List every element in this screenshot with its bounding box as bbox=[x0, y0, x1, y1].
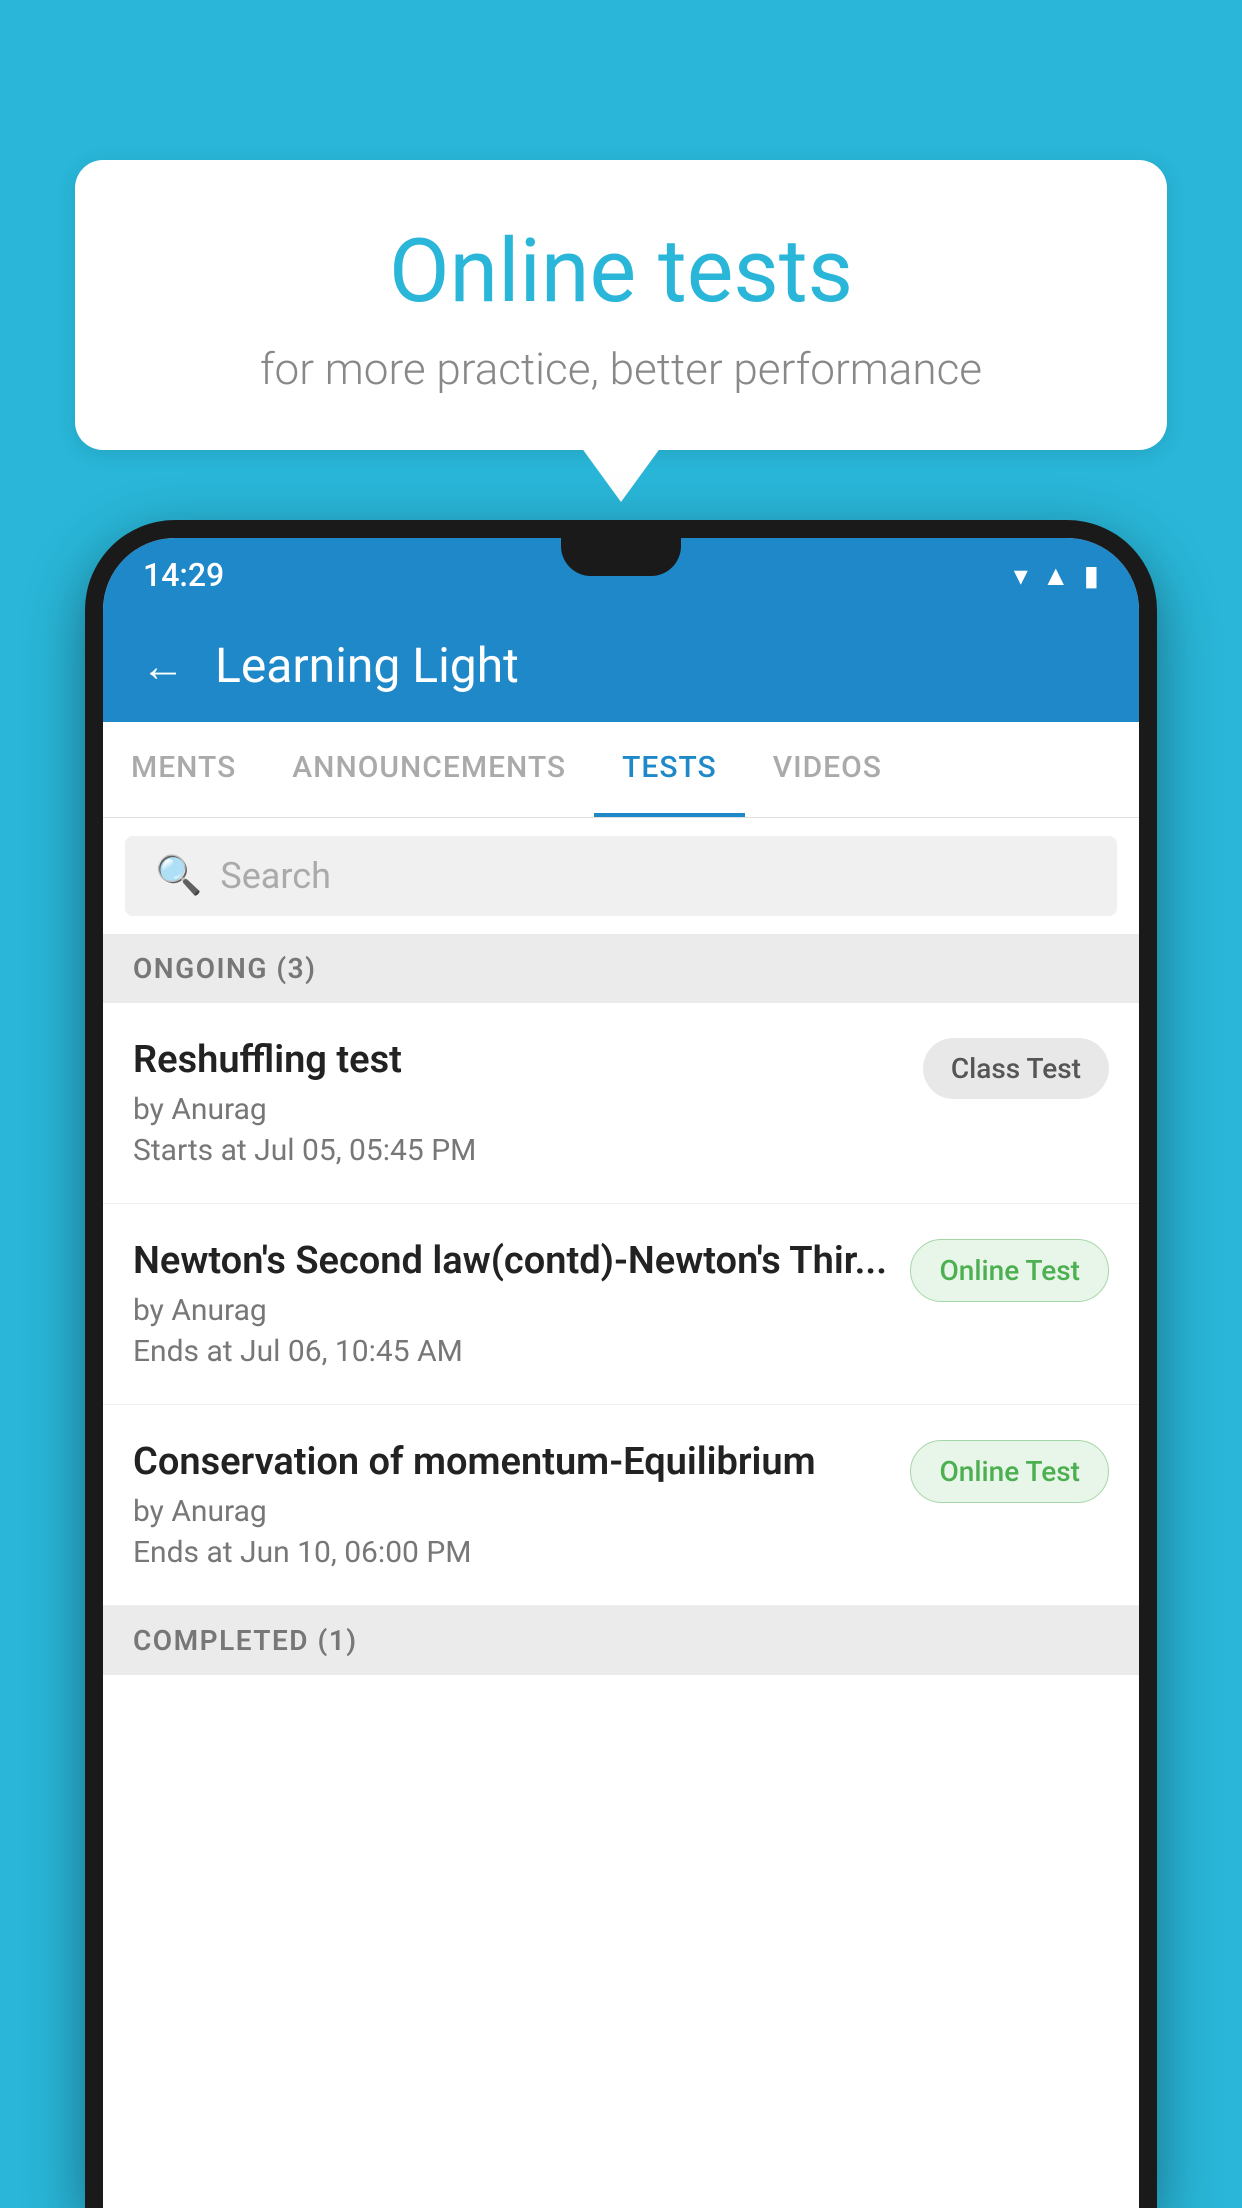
search-placeholder: Search bbox=[220, 855, 331, 897]
speech-bubble: Online tests for more practice, better p… bbox=[75, 160, 1167, 450]
phone-notch bbox=[561, 538, 681, 576]
tab-tests[interactable]: TESTS bbox=[594, 722, 745, 817]
bubble-subtitle: for more practice, better performance bbox=[135, 343, 1107, 395]
test-info-1: Reshuffling test by Anurag Starts at Jul… bbox=[133, 1038, 923, 1168]
test-info-2: Newton's Second law(contd)-Newton's Thir… bbox=[133, 1239, 910, 1369]
test-author-3: by Anurag bbox=[133, 1494, 890, 1529]
back-button[interactable]: ← bbox=[141, 640, 185, 692]
completed-section-header: COMPLETED (1) bbox=[103, 1606, 1139, 1675]
status-icons: ▾ ▲ ▮ bbox=[1014, 559, 1099, 592]
tab-ments[interactable]: MENTS bbox=[103, 722, 264, 817]
phone-frame: 14:29 ▾ ▲ ▮ ← Learning Light MENTS ANNOU… bbox=[85, 520, 1157, 2208]
test-list: Reshuffling test by Anurag Starts at Jul… bbox=[103, 1003, 1139, 2208]
test-date-2: Ends at Jul 06, 10:45 AM bbox=[133, 1334, 890, 1369]
tabs-container: MENTS ANNOUNCEMENTS TESTS VIDEOS bbox=[103, 722, 1139, 818]
test-badge-3: Online Test bbox=[910, 1440, 1109, 1503]
battery-icon: ▮ bbox=[1084, 559, 1099, 592]
search-bar[interactable]: 🔍 Search bbox=[125, 836, 1117, 916]
test-item[interactable]: Reshuffling test by Anurag Starts at Jul… bbox=[103, 1003, 1139, 1204]
test-item[interactable]: Newton's Second law(contd)-Newton's Thir… bbox=[103, 1204, 1139, 1405]
tab-videos[interactable]: VIDEOS bbox=[745, 722, 910, 817]
app-bar: ← Learning Light bbox=[103, 609, 1139, 722]
test-name-1: Reshuffling test bbox=[133, 1038, 903, 1082]
wifi-icon: ▾ bbox=[1014, 559, 1028, 592]
test-item[interactable]: Conservation of momentum-Equilibrium by … bbox=[103, 1405, 1139, 1606]
test-date-3: Ends at Jun 10, 06:00 PM bbox=[133, 1535, 890, 1570]
signal-icon: ▲ bbox=[1042, 559, 1070, 592]
ongoing-label: ONGOING (3) bbox=[133, 952, 316, 985]
app-title: Learning Light bbox=[215, 637, 519, 694]
tab-announcements[interactable]: ANNOUNCEMENTS bbox=[264, 722, 594, 817]
phone-screen: 14:29 ▾ ▲ ▮ ← Learning Light MENTS ANNOU… bbox=[103, 538, 1139, 2208]
ongoing-section-header: ONGOING (3) bbox=[103, 934, 1139, 1003]
test-info-3: Conservation of momentum-Equilibrium by … bbox=[133, 1440, 910, 1570]
bubble-title: Online tests bbox=[135, 220, 1107, 323]
test-author-2: by Anurag bbox=[133, 1293, 890, 1328]
test-badge-2: Online Test bbox=[910, 1239, 1109, 1302]
test-author-1: by Anurag bbox=[133, 1092, 903, 1127]
test-name-3: Conservation of momentum-Equilibrium bbox=[133, 1440, 890, 1484]
search-icon: 🔍 bbox=[155, 854, 202, 898]
search-container: 🔍 Search bbox=[103, 818, 1139, 934]
test-badge-1: Class Test bbox=[923, 1038, 1109, 1099]
status-time: 14:29 bbox=[143, 556, 224, 594]
completed-label: COMPLETED (1) bbox=[133, 1624, 358, 1657]
test-date-1: Starts at Jul 05, 05:45 PM bbox=[133, 1133, 903, 1168]
test-name-2: Newton's Second law(contd)-Newton's Thir… bbox=[133, 1239, 890, 1283]
